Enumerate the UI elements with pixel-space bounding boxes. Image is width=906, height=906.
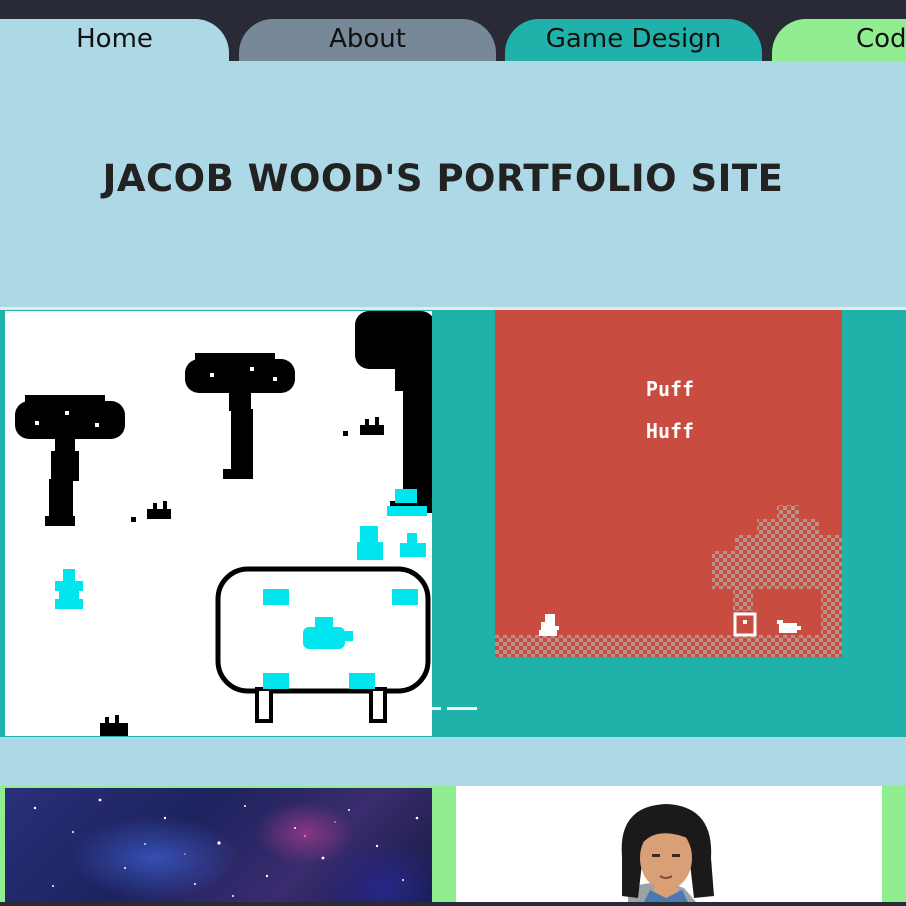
top-nav-bar: Home About Game Design Cod [0, 0, 906, 61]
space-thumbnail[interactable] [5, 788, 432, 904]
game-screenshot-huff-puff[interactable]: Puff Huff [495, 310, 842, 657]
page-title: JACOB WOOD'S PORTFOLIO SITE [102, 157, 784, 200]
tab-about[interactable]: About [239, 19, 496, 61]
tab-game-design[interactable]: Game Design [505, 19, 762, 61]
bottom-strip [0, 902, 906, 906]
tab-code[interactable]: Cod [772, 19, 906, 61]
game-text-huff: Huff [646, 419, 694, 443]
game-design-row: Puff Huff [0, 310, 906, 737]
portrait-thumbnail[interactable] [456, 786, 882, 902]
tab-home[interactable]: Home [0, 19, 229, 61]
game-text-puff: Puff [646, 377, 694, 401]
teapot-sprite [215, 566, 431, 723]
brick-house [712, 505, 842, 635]
carousel-indicator-1[interactable] [432, 707, 441, 710]
player-sprite [55, 569, 83, 609]
tree-sprite [15, 395, 125, 526]
pig-sprite [777, 620, 801, 633]
tree-sprite [185, 353, 295, 479]
hero-banner: JACOB WOOD'S PORTFOLIO SITE [0, 61, 906, 307]
game-screenshot-forest[interactable] [5, 311, 432, 736]
carousel-indicator-2[interactable] [447, 707, 477, 710]
portrait-illustration [621, 804, 714, 902]
tree-sprite [355, 311, 432, 513]
code-row [0, 786, 906, 904]
red-game-scene: Puff Huff [495, 377, 842, 657]
section-band [0, 737, 906, 786]
starfield [33, 798, 419, 897]
forest-scene [15, 311, 432, 736]
door-sprite [733, 612, 757, 637]
player-sprite [539, 614, 559, 636]
